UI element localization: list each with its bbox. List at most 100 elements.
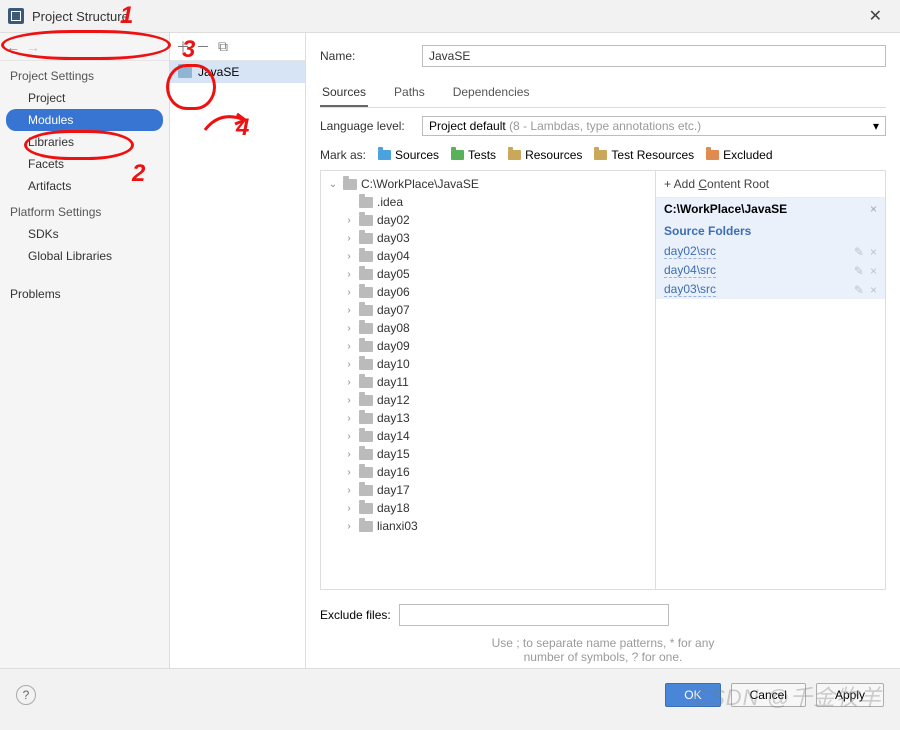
source-folder-row: day02\src ✎ × xyxy=(656,242,885,261)
name-row: Name: xyxy=(320,45,886,67)
tree-row[interactable]: ›lianxi03 xyxy=(321,517,655,535)
tree-row[interactable]: ›day05 xyxy=(321,265,655,283)
folder-icon xyxy=(359,287,373,298)
edit-icon[interactable]: ✎ xyxy=(854,283,864,297)
tree-row[interactable]: ›day17 xyxy=(321,481,655,499)
chevron-right-icon: › xyxy=(343,413,355,424)
chevron-down-icon: ⌄ xyxy=(327,179,339,190)
section-head: Project Settings xyxy=(0,61,169,87)
add-module-icon[interactable]: ＋ xyxy=(174,37,192,57)
section-misc: Problems xyxy=(0,283,169,305)
window-title: Project Structure xyxy=(32,9,129,24)
mark-excluded[interactable]: Excluded xyxy=(706,148,772,162)
sidebar-item-facets[interactable]: Facets xyxy=(0,153,169,175)
sidebar-item-libraries[interactable]: Libraries xyxy=(0,131,169,153)
tree-row[interactable]: ›day13 xyxy=(321,409,655,427)
source-folder-path[interactable]: day03\src xyxy=(664,282,716,297)
language-level-row: Language level: Project default (8 - Lam… xyxy=(320,116,886,136)
remove-icon[interactable]: × xyxy=(870,283,877,297)
folder-icon xyxy=(359,197,373,208)
language-level-select[interactable]: Project default (8 - Lambdas, type annot… xyxy=(422,116,886,136)
module-name-input[interactable] xyxy=(422,45,886,67)
remove-icon[interactable]: × xyxy=(870,245,877,259)
sidebar-item-artifacts[interactable]: Artifacts xyxy=(0,175,169,197)
content-tree[interactable]: ⌄ C:\WorkPlace\JavaSE .idea›day02›day03›… xyxy=(321,171,655,589)
section-head: Platform Settings xyxy=(0,197,169,223)
tree-row[interactable]: ›day03 xyxy=(321,229,655,247)
edit-icon[interactable]: ✎ xyxy=(854,245,864,259)
tree-row[interactable]: ›day06 xyxy=(321,283,655,301)
edit-icon[interactable]: ✎ xyxy=(854,264,864,278)
tab-sources[interactable]: Sources xyxy=(320,79,368,107)
chevron-right-icon: › xyxy=(343,449,355,460)
remove-module-icon[interactable]: － xyxy=(194,37,212,57)
chevron-right-icon: › xyxy=(343,359,355,370)
module-item-javase[interactable]: JavaSE xyxy=(170,61,305,83)
chevron-right-icon: › xyxy=(343,233,355,244)
source-folder-row: day04\src ✎ × xyxy=(656,261,885,280)
add-content-root[interactable]: + Add Content Root xyxy=(656,171,885,198)
chevron-right-icon: › xyxy=(343,377,355,388)
mark-tests[interactable]: Tests xyxy=(451,148,496,162)
chevron-right-icon: › xyxy=(343,341,355,352)
copy-module-icon[interactable]: ⧉ xyxy=(214,38,232,55)
tree-row[interactable]: ›day04 xyxy=(321,247,655,265)
forward-icon[interactable]: → xyxy=(26,39,40,55)
mark-test-resources[interactable]: Test Resources xyxy=(594,148,694,162)
sidebar-item-global-libraries[interactable]: Global Libraries xyxy=(0,245,169,267)
mark-sources[interactable]: Sources xyxy=(378,148,439,162)
source-folder-path[interactable]: day02\src xyxy=(664,244,716,259)
content-roots-panel: + Add Content Root C:\WorkPlace\JavaSE ×… xyxy=(655,171,885,589)
dialog-button-bar: ? OK Cancel Apply xyxy=(0,668,900,720)
chevron-right-icon: › xyxy=(343,323,355,334)
chevron-right-icon: › xyxy=(343,485,355,496)
tab-paths[interactable]: Paths xyxy=(392,79,427,107)
ok-button[interactable]: OK xyxy=(665,683,720,707)
tree-row[interactable]: ›day15 xyxy=(321,445,655,463)
name-label: Name: xyxy=(320,49,412,63)
section-platform-settings: Platform Settings SDKs Global Libraries xyxy=(0,197,169,267)
sources-folder-icon xyxy=(378,150,391,160)
folder-icon xyxy=(359,269,373,280)
source-folder-path[interactable]: day04\src xyxy=(664,263,716,278)
lang-hint: (8 - Lambdas, type annotations etc.) xyxy=(509,119,701,133)
exclude-files-label: Exclude files: xyxy=(320,608,391,622)
title-bar: Project Structure ✕ xyxy=(0,0,900,32)
content-root-path[interactable]: C:\WorkPlace\JavaSE × xyxy=(656,198,885,220)
exclude-files-input[interactable] xyxy=(399,604,669,626)
tree-row[interactable]: ›day18 xyxy=(321,499,655,517)
close-icon[interactable]: ✕ xyxy=(859,2,892,30)
exclude-files-row: Exclude files: xyxy=(320,598,886,626)
tree-row[interactable]: ›day11 xyxy=(321,373,655,391)
sidebar-item-problems[interactable]: Problems xyxy=(0,283,169,305)
sidebar-item-modules[interactable]: Modules xyxy=(6,109,163,131)
language-level-label: Language level: xyxy=(320,119,412,133)
folder-icon xyxy=(359,215,373,226)
tree-root[interactable]: ⌄ C:\WorkPlace\JavaSE xyxy=(321,175,655,193)
tree-row[interactable]: ›day14 xyxy=(321,427,655,445)
tree-row[interactable]: ›day12 xyxy=(321,391,655,409)
cancel-button[interactable]: Cancel xyxy=(731,683,806,707)
folder-icon xyxy=(359,413,373,424)
apply-button[interactable]: Apply xyxy=(816,683,884,707)
sidebar-item-project[interactable]: Project xyxy=(0,87,169,109)
tree-row[interactable]: ›day07 xyxy=(321,301,655,319)
sidebar-item-sdks[interactable]: SDKs xyxy=(0,223,169,245)
back-icon[interactable]: ← xyxy=(6,39,20,55)
tab-dependencies[interactable]: Dependencies xyxy=(451,79,532,107)
mark-resources[interactable]: Resources xyxy=(508,148,582,162)
tree-row[interactable]: ›day09 xyxy=(321,337,655,355)
folder-icon xyxy=(359,359,373,370)
exclude-hint: Use ; to separate name patterns, * for a… xyxy=(320,636,886,664)
tree-row[interactable]: ›day10 xyxy=(321,355,655,373)
remove-icon[interactable]: × xyxy=(870,264,877,278)
mark-as-label: Mark as: xyxy=(320,148,366,162)
tree-row[interactable]: .idea xyxy=(321,193,655,211)
chevron-right-icon: › xyxy=(343,395,355,406)
tree-row[interactable]: ›day02 xyxy=(321,211,655,229)
tree-row[interactable]: ›day08 xyxy=(321,319,655,337)
remove-root-icon[interactable]: × xyxy=(870,202,877,216)
tree-row[interactable]: ›day16 xyxy=(321,463,655,481)
folder-icon xyxy=(359,503,373,514)
help-icon[interactable]: ? xyxy=(16,685,36,705)
